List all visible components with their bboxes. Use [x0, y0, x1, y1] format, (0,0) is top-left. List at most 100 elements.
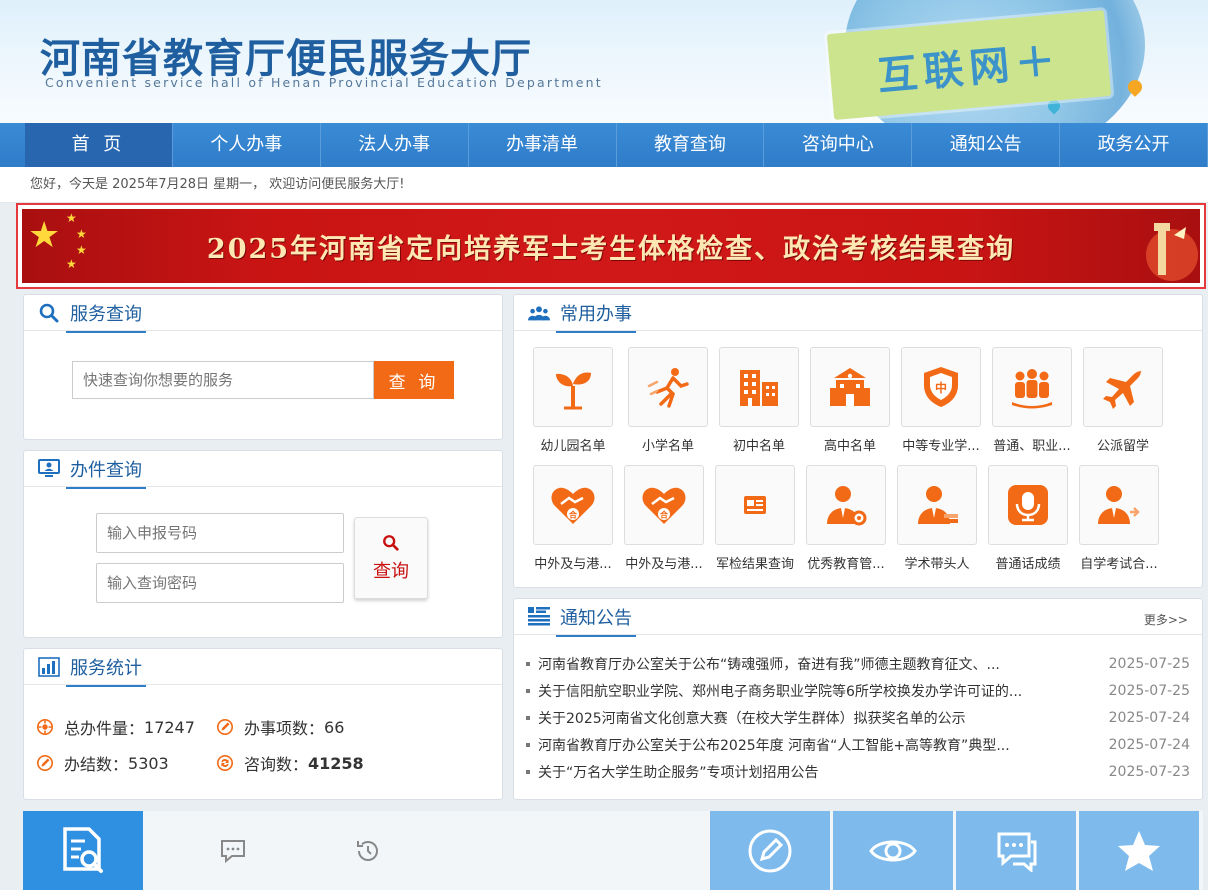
stat-label: 办事项数：: [244, 719, 325, 738]
service-tile-self-study-exam[interactable]: 自学考试合...: [1079, 465, 1159, 572]
stat-label: 办结数：: [64, 755, 129, 774]
tile-label: 小学名单: [641, 439, 694, 454]
service-tile-senior-high[interactable]: 高中名单: [810, 347, 890, 454]
more-link[interactable]: 更多>>: [1144, 611, 1188, 628]
service-tile-study-abroad[interactable]: 公派留学: [1083, 347, 1163, 454]
service-tile-academic-leader[interactable]: 学术带头人: [897, 465, 977, 572]
microphone-icon: [988, 465, 1068, 545]
search-icon: [382, 534, 400, 557]
notice-item[interactable]: 河南省教育厅办公室关于公布“铸魂强师，奋进有我”师德主题教育征文、... 202…: [526, 654, 1190, 674]
announcement-banner[interactable]: ★ ★ ★ ★ ★ 2025年河南省定向培养军士考生体格检查、政治考核结果查询: [22, 209, 1200, 283]
notice-date: 2025-07-25: [1108, 683, 1190, 699]
nav-item-education-query[interactable]: 教育查询: [617, 123, 765, 167]
notice-title[interactable]: 关于信阳航空职业学院、郑州电子商务职业学院等6所学校换发办学许可证的...: [538, 681, 1058, 701]
consult-tile[interactable]: [956, 811, 1076, 890]
gear-icon: [36, 718, 54, 736]
welcome-text: 您好，今天是 2025年7月28日 星期一， 欢迎访问便民服务大厅!: [0, 167, 1208, 203]
service-tile-cooperative-1[interactable]: 合 中外及与港...: [533, 465, 613, 572]
nav-item-notices[interactable]: 通知公告: [912, 123, 1061, 167]
document-search-icon: [63, 826, 103, 873]
notice-title[interactable]: 河南省教育厅办公室关于公布“铸魂强师，奋进有我”师德主题教育征文、...: [538, 654, 1058, 674]
service-tile-excellent-manager[interactable]: 优秀教育管...: [806, 465, 886, 572]
notice-item[interactable]: 关于信阳航空职业学院、郑州电子商务职业学院等6所学校换发办学许可证的... 20…: [526, 681, 1190, 701]
banner-title: 2025年河南省定向培养军士考生体格检查、政治考核结果查询: [206, 233, 1016, 265]
favorite-tile[interactable]: [1079, 811, 1199, 890]
service-tile-vocational-school[interactable]: 中 中等专业学...: [901, 347, 981, 454]
view-tile[interactable]: [833, 811, 953, 890]
buildings-icon: [719, 347, 799, 427]
panel-header: 通知公告 更多>>: [514, 599, 1202, 637]
notice-item[interactable]: 关于“万名大学生助企服务”专项计划招用公告 2025-07-23: [526, 762, 1190, 782]
search-icon: [38, 302, 60, 324]
tile-label: 自学考试合...: [1080, 557, 1158, 572]
panel-title: 服务统计: [66, 654, 146, 687]
application-number-input[interactable]: [96, 513, 344, 553]
svg-text:合: 合: [568, 510, 578, 520]
panel-header: 办件查询: [24, 451, 502, 489]
chat-icon: [221, 839, 245, 863]
notice-item[interactable]: 关于2025河南省文化创意大赛（在校大学生群体）拟获奖名单的公示 2025-07…: [526, 708, 1190, 728]
bullet: [526, 662, 530, 666]
stat-completed: 办结数： 5303: [36, 751, 169, 775]
notice-title[interactable]: 河南省教育厅办公室关于公布2025年度 河南省“人工智能+高等教育”典型...: [538, 735, 1058, 755]
case-search-button[interactable]: 查询: [354, 517, 428, 599]
common-services-panel: 常用办事 幼儿园名单 小学名单 初中名单 高中名单 中 中等专业学... 普通、…: [513, 294, 1203, 588]
notice-title[interactable]: 关于“万名大学生助企服务”专项计划招用公告: [538, 762, 1058, 782]
query-password-input[interactable]: [96, 563, 344, 603]
nav-item-legal-person[interactable]: 法人办事: [321, 123, 469, 167]
stat-label: 总办件量：: [64, 719, 145, 738]
nav-item-home[interactable]: 首 页: [25, 123, 173, 167]
tile-label: 优秀教育管...: [807, 557, 885, 572]
manager-gear-icon: [806, 465, 886, 545]
airplane-icon: [1083, 347, 1163, 427]
service-search-input[interactable]: [72, 361, 374, 399]
bullet: [526, 770, 530, 774]
tile-label: 普通话成绩: [995, 557, 1061, 572]
service-tile-cooperative-2[interactable]: 合 中外及与港...: [624, 465, 704, 572]
service-search-panel: 服务查询 查 询: [23, 294, 503, 440]
stat-value: 17247: [144, 717, 195, 737]
stat-value: 66: [324, 717, 345, 737]
panel-title: 服务查询: [66, 300, 146, 333]
notice-title[interactable]: 关于2025河南省文化创意大赛（在校大学生群体）拟获奖名单的公示: [538, 708, 1058, 728]
bottom-toolbar: [23, 811, 1203, 890]
panel-title: 办件查询: [66, 456, 146, 489]
bar-chart-icon: [38, 656, 60, 678]
leader-books-icon: [897, 465, 977, 545]
panel-header: 服务统计: [24, 649, 502, 687]
service-tile-general-vocational[interactable]: 普通、职业...: [992, 347, 1072, 454]
nav-item-government-affairs[interactable]: 政务公开: [1060, 123, 1208, 167]
notice-item[interactable]: 河南省教育厅办公室关于公布2025年度 河南省“人工智能+高等教育”典型... …: [526, 735, 1190, 755]
bullet: [526, 716, 530, 720]
notice-date: 2025-07-25: [1108, 656, 1190, 672]
svg-text:合: 合: [659, 510, 669, 520]
history-tile[interactable]: [308, 811, 428, 890]
service-tile-junior-high[interactable]: 初中名单: [719, 347, 799, 454]
panel-title: 常用办事: [556, 300, 636, 333]
school-building-icon: [810, 347, 890, 427]
service-tile-primary-school[interactable]: 小学名单: [628, 347, 708, 454]
guide-tile[interactable]: [23, 811, 143, 890]
nav-item-service-list[interactable]: 办事清单: [469, 123, 617, 167]
nav-item-consult-center[interactable]: 咨询中心: [764, 123, 913, 167]
tile-label: 高中名单: [823, 439, 876, 454]
service-search-button[interactable]: 查 询: [374, 361, 454, 399]
nav-item-personal[interactable]: 个人办事: [173, 123, 321, 167]
handshake-heart-icon: 合: [624, 465, 704, 545]
main-nav: 首 页 个人办事 法人办事 办事清单 教育查询 咨询中心 通知公告 政务公开: [0, 123, 1208, 167]
tile-label: 普通、职业...: [993, 439, 1071, 454]
service-tile-kindergarten[interactable]: 幼儿园名单: [533, 347, 613, 454]
case-search-label: 查询: [373, 560, 409, 582]
apply-tile[interactable]: [710, 811, 830, 890]
list-icon: [528, 606, 550, 628]
site-subtitle: Convenient service hall of Henan Provinc…: [45, 75, 603, 90]
person-arrow-icon: [1079, 465, 1159, 545]
comment-tile[interactable]: [173, 811, 293, 890]
service-tile-mandarin-score[interactable]: 普通话成绩: [988, 465, 1068, 572]
panel-header: 服务查询: [24, 295, 502, 333]
tile-label: 初中名单: [732, 439, 785, 454]
svg-text:中: 中: [935, 380, 947, 395]
service-tile-military-check[interactable]: 军检结果查询: [715, 465, 795, 572]
stat-value: 41258: [308, 753, 364, 773]
tile-label: 幼儿园名单: [540, 439, 606, 454]
